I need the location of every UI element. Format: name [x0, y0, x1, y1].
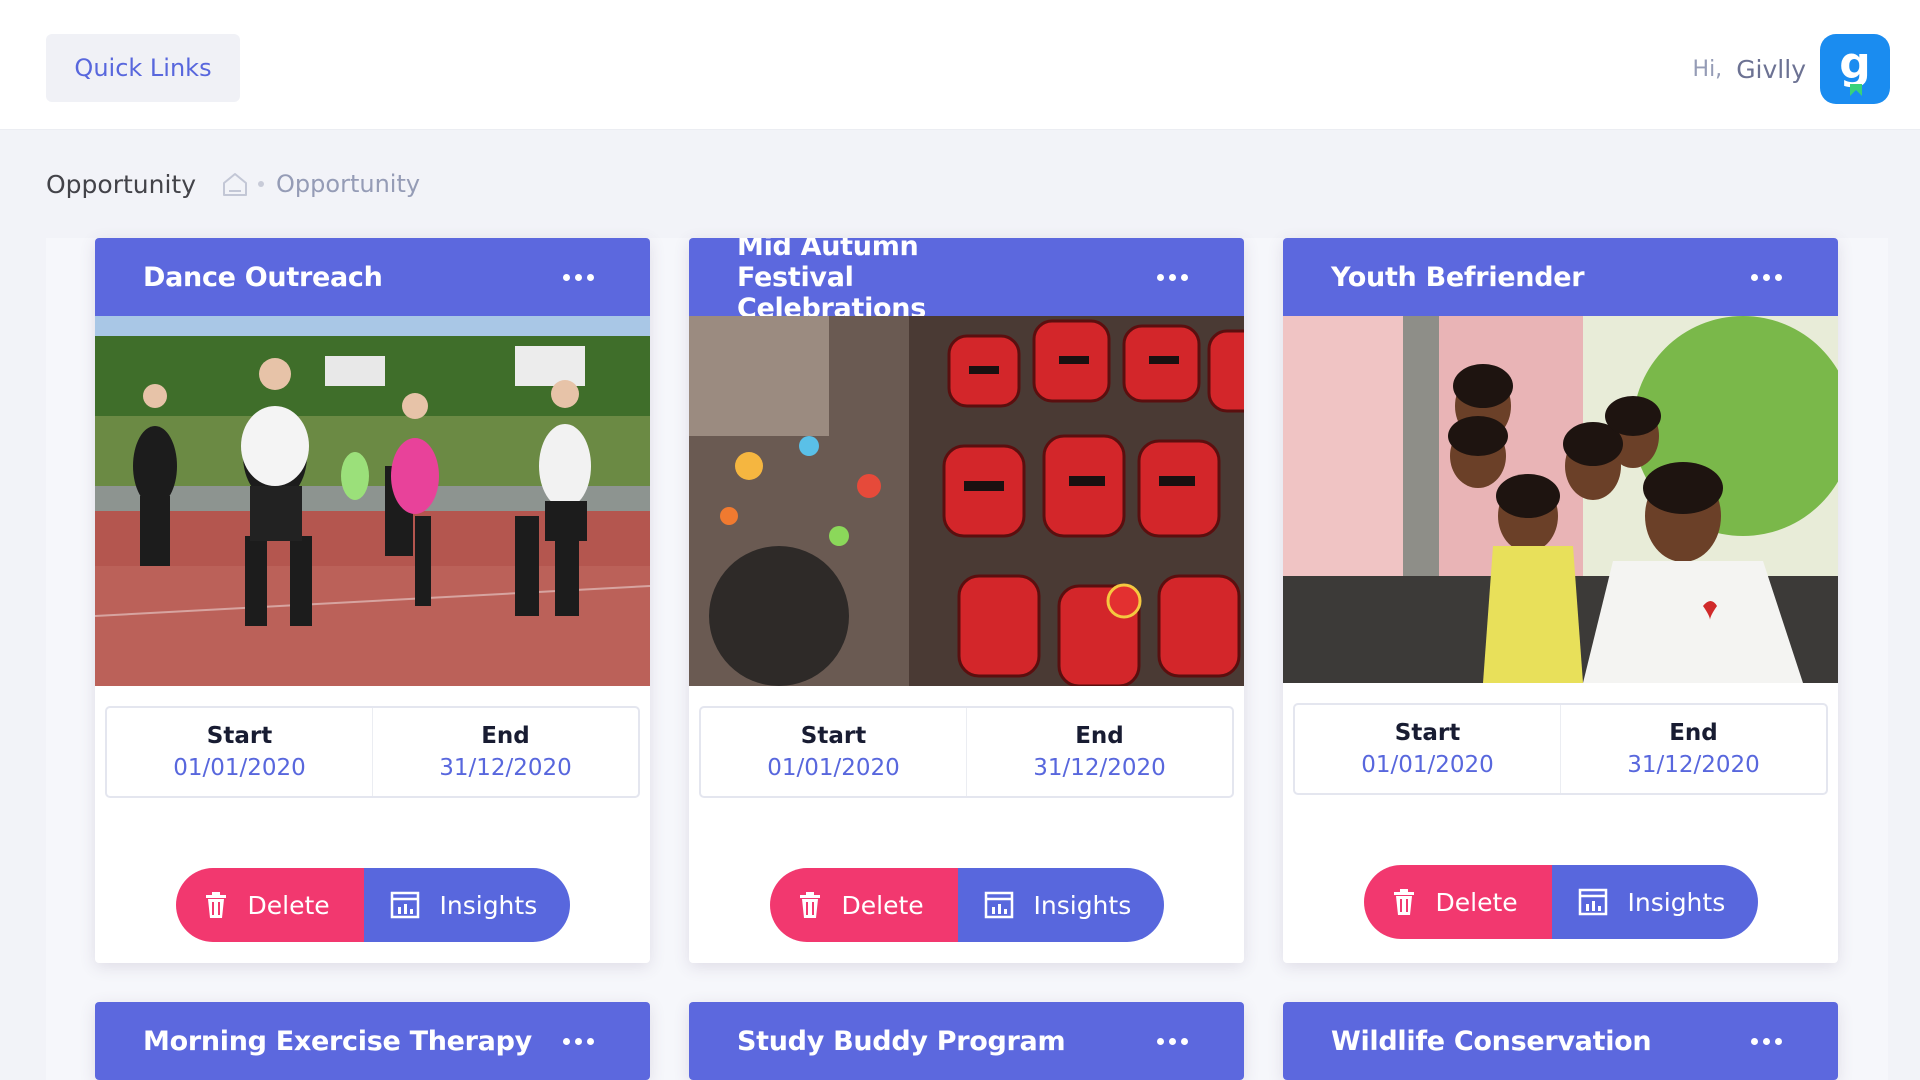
card-title: Study Buddy Program: [737, 1025, 1066, 1057]
opportunity-card: Morning Exercise Therapy: [95, 1002, 650, 1080]
content-panel: Dance Outreach Start 01/01/2020 End 31/1…: [46, 238, 1888, 1080]
avatar[interactable]: g: [1820, 34, 1890, 104]
page-title: Opportunity: [46, 169, 197, 199]
insights-button[interactable]: Insights: [363, 868, 570, 942]
end-label: End: [481, 723, 530, 749]
delete-button[interactable]: Delete: [769, 868, 958, 942]
top-bar: Quick Links Hi, Givlly g: [0, 0, 1920, 130]
opportunity-card: Study Buddy Program: [689, 1002, 1244, 1080]
start-date: 01/01/2020: [173, 755, 306, 781]
end-label: End: [1075, 723, 1124, 749]
card-header: Morning Exercise Therapy: [95, 1002, 650, 1080]
end-label: End: [1669, 720, 1718, 746]
insights-label: Insights: [1033, 890, 1132, 920]
delete-button[interactable]: Delete: [1363, 865, 1552, 939]
card-title: Youth Befriender: [1331, 261, 1585, 293]
chart-icon: [1578, 888, 1607, 916]
card-header: Wildlife Conservation: [1283, 1002, 1838, 1080]
chart-icon: [984, 891, 1013, 919]
card-title: Dance Outreach: [143, 261, 383, 293]
delete-label: Delete: [247, 890, 330, 920]
delete-button[interactable]: Delete: [175, 868, 364, 942]
end-date: 31/12/2020: [1627, 752, 1760, 778]
delete-label: Delete: [841, 890, 924, 920]
insights-button[interactable]: Insights: [1551, 865, 1758, 939]
card-title: Mid Autumn Festival Celebrations: [737, 238, 926, 324]
opportunity-card: Dance Outreach Start 01/01/2020 End 31/1…: [95, 238, 650, 963]
card-header: Youth Befriender: [1283, 238, 1838, 316]
card-image: [95, 316, 650, 686]
card-title: Wildlife Conservation: [1331, 1025, 1652, 1057]
opportunity-card: Youth Befriender Start 01/01/2020 End 31…: [1283, 238, 1838, 963]
more-options-icon[interactable]: [1151, 268, 1194, 287]
card-actions: Delete Insights: [95, 868, 650, 942]
card-header: Dance Outreach: [95, 238, 650, 316]
insights-button[interactable]: Insights: [957, 868, 1164, 942]
start-label: Start: [1394, 720, 1461, 746]
date-range: Start 01/01/2020 End 31/12/2020: [699, 706, 1234, 798]
card-actions: Delete Insights: [689, 868, 1244, 942]
subheader: Opportunity Opportunity: [46, 164, 420, 204]
trash-icon: [205, 892, 226, 918]
card-image: [689, 316, 1244, 686]
home-icon[interactable]: [220, 169, 250, 199]
start-date: 01/01/2020: [1361, 752, 1494, 778]
end-date: 31/12/2020: [1033, 755, 1166, 781]
more-options-icon[interactable]: [557, 1032, 600, 1051]
breadcrumb-separator: [258, 181, 265, 187]
greeting-text: Hi,: [1692, 56, 1723, 82]
card-header: Mid Autumn Festival Celebrations: [689, 238, 1244, 324]
delete-label: Delete: [1435, 887, 1518, 917]
card-image: [1283, 316, 1838, 683]
insights-label: Insights: [1627, 887, 1726, 917]
trash-icon: [1393, 889, 1414, 915]
card-title: Morning Exercise Therapy: [143, 1025, 532, 1057]
breadcrumb-link[interactable]: Opportunity: [276, 170, 420, 198]
opportunity-card: Wildlife Conservation: [1283, 1002, 1838, 1080]
start-label: Start: [206, 723, 273, 749]
trash-icon: [799, 892, 820, 918]
end-date: 31/12/2020: [439, 755, 572, 781]
avatar-letter: g: [1839, 38, 1871, 89]
more-options-icon[interactable]: [557, 268, 600, 287]
card-header: Study Buddy Program: [689, 1002, 1244, 1080]
user-name: Givlly: [1736, 54, 1806, 84]
card-actions: Delete Insights: [1283, 865, 1838, 939]
more-options-icon[interactable]: [1745, 1032, 1788, 1051]
start-date: 01/01/2020: [767, 755, 900, 781]
date-range: Start 01/01/2020 End 31/12/2020: [1293, 703, 1828, 795]
opportunity-card: Mid Autumn Festival Celebrations Start 0…: [689, 238, 1244, 963]
date-range: Start 01/01/2020 End 31/12/2020: [105, 706, 640, 798]
more-options-icon[interactable]: [1745, 268, 1788, 287]
start-label: Start: [800, 723, 867, 749]
quick-links-button[interactable]: Quick Links: [46, 34, 240, 102]
user-menu[interactable]: Hi, Givlly g: [1693, 34, 1890, 104]
chart-icon: [390, 891, 419, 919]
insights-label: Insights: [439, 890, 538, 920]
more-options-icon[interactable]: [1151, 1032, 1194, 1051]
